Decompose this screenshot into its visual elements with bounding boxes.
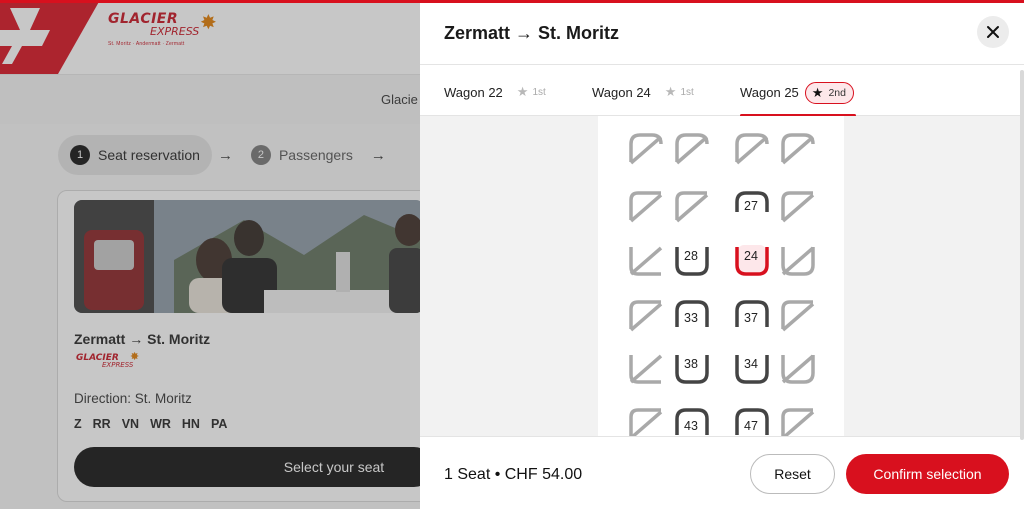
- panel-footer: 1 Seat • CHF 54.00 Reset Confirm selecti…: [420, 436, 1024, 509]
- available-seat[interactable]: 33: [674, 299, 710, 333]
- wagon-tabs: Wagon 22 ★ 1st Wagon 24 ★ 1st Wagon 25 ★…: [420, 65, 1024, 117]
- unavailable-seat: [628, 243, 664, 277]
- tab-wagon-22[interactable]: Wagon 22 ★ 1st: [444, 81, 546, 103]
- close-icon: [987, 26, 999, 38]
- available-seat[interactable]: 47: [734, 407, 770, 436]
- tab-label: Wagon 24: [592, 84, 651, 100]
- available-seat[interactable]: 27: [734, 190, 770, 224]
- available-seat[interactable]: 38: [674, 351, 710, 385]
- available-seat[interactable]: 43: [674, 407, 710, 436]
- unavailable-seat: [780, 190, 816, 224]
- class-label: 1st: [532, 86, 546, 98]
- top-accent-bar: [0, 0, 1024, 3]
- selected-seat[interactable]: 24: [734, 243, 770, 277]
- seat-number: 38: [684, 357, 698, 371]
- tab-wagon-24[interactable]: Wagon 24 ★ 1st: [592, 81, 694, 103]
- tab-label: Wagon 22: [444, 84, 503, 100]
- available-seat[interactable]: 28: [674, 243, 710, 277]
- panel-title: Zermatt → St. Moritz: [444, 23, 620, 43]
- seat-number: 28: [684, 249, 698, 263]
- class-badge: ★ 2nd: [804, 81, 854, 104]
- seat-selection-panel: Zermatt → St. Moritz Wagon 22 ★ 1st Wago…: [420, 3, 1024, 509]
- unavailable-seat: [628, 407, 664, 436]
- tab-label: Wagon 25: [740, 85, 799, 100]
- seat-number: 37: [744, 311, 758, 325]
- wagon-seat-map: 27 28 24 33 37 38 34 43 47: [598, 116, 844, 436]
- unavailable-seat: [734, 132, 770, 166]
- unavailable-seat: [628, 351, 664, 385]
- scrollbar[interactable]: [1020, 70, 1024, 440]
- close-button[interactable]: [977, 16, 1009, 48]
- panel-header: Zermatt → St. Moritz: [420, 3, 1024, 65]
- confirm-selection-button[interactable]: Confirm selection: [846, 454, 1009, 494]
- unavailable-seat: [628, 132, 664, 166]
- unavailable-seat: [674, 190, 710, 224]
- star-icon: ★: [664, 84, 677, 99]
- unavailable-seat: [780, 299, 816, 333]
- class-label: 2nd: [828, 86, 846, 99]
- unavailable-seat: [780, 407, 816, 436]
- seat-number: 24: [744, 249, 758, 263]
- tab-wagon-25[interactable]: Wagon 25 ★ 2nd: [740, 79, 854, 106]
- unavailable-seat: [780, 351, 816, 385]
- star-icon: ★: [516, 84, 529, 99]
- unavailable-seat: [780, 132, 816, 166]
- seat-number: 43: [684, 419, 698, 433]
- selection-summary: 1 Seat • CHF 54.00: [444, 466, 583, 483]
- unavailable-seat: [628, 190, 664, 224]
- seat-number: 33: [684, 311, 698, 325]
- unavailable-seat: [628, 299, 664, 333]
- unavailable-seat: [674, 132, 710, 166]
- available-seat[interactable]: 34: [734, 351, 770, 385]
- seat-number: 47: [744, 419, 758, 433]
- class-label: 1st: [680, 86, 694, 98]
- seat-number: 27: [744, 199, 758, 213]
- reset-button[interactable]: Reset: [750, 454, 835, 494]
- star-icon: ★: [811, 84, 824, 100]
- seat-number: 34: [744, 357, 758, 371]
- seat-map-area[interactable]: 27 28 24 33 37 38 34 43 47: [420, 116, 1024, 436]
- unavailable-seat: [780, 243, 816, 277]
- available-seat[interactable]: 37: [734, 299, 770, 333]
